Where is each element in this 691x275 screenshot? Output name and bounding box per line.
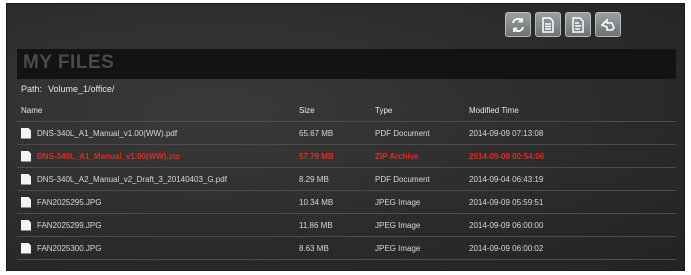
file-table: Name Size Type Modified Time DNS-340L_A1…	[17, 100, 676, 260]
refresh-button[interactable]	[505, 12, 531, 37]
file-name: FAN2025300.JPG	[37, 243, 102, 253]
file-size: 10.34 MB	[299, 197, 334, 207]
table-row[interactable]: FAN2025300.JPG 8.63 MB JPEG Image 2014-0…	[17, 237, 676, 260]
header-bar: MY FILES	[17, 49, 676, 79]
file-size: 65.67 MB	[299, 128, 334, 138]
document-icon	[572, 16, 584, 33]
file-icon	[21, 150, 31, 162]
file-name: FAN2025299.JPG	[37, 220, 102, 230]
file-size: 8.63 MB	[299, 243, 329, 253]
column-header-size[interactable]: Size	[299, 100, 315, 121]
file-modified: 2014-09-04 06:43:19	[469, 174, 544, 184]
file-modified: 2014-09-09 07:13:08	[469, 128, 544, 138]
file-type: ZIP Archive	[375, 151, 419, 161]
path-label: Path:	[21, 84, 43, 94]
file-list-button[interactable]	[535, 12, 561, 37]
file-icon	[21, 173, 31, 185]
file-size: 57.79 MB	[299, 151, 334, 161]
file-icon	[21, 127, 31, 139]
back-button[interactable]	[595, 12, 621, 37]
table-row[interactable]: DNS-340L_A1_Manual_v1.00(WW).pdf 65.67 M…	[17, 122, 676, 145]
file-modified: 2014-09-09 06:00:02	[469, 243, 544, 253]
file-properties-button[interactable]	[565, 12, 591, 37]
column-header-modified[interactable]: Modified Time	[469, 100, 519, 121]
arrow-back-icon	[600, 17, 615, 31]
file-type: JPEG Image	[375, 197, 421, 207]
file-name: FAN2025295.JPG	[37, 197, 102, 207]
file-type: JPEG Image	[375, 243, 421, 253]
path-value: Volume_1/office/	[48, 84, 115, 94]
file-size: 11.86 MB	[299, 220, 333, 230]
file-type: PDF Document	[375, 174, 430, 184]
file-name: DNS-340L_A1_Manual_v1.00(WW).zip	[37, 151, 180, 161]
table-row[interactable]: FAN2025299.JPG 11.86 MB JPEG Image 2014-…	[17, 214, 676, 237]
file-browser-panel: MY FILES Path: Volume_1/office/ Name Size…	[6, 3, 685, 271]
table-row[interactable]: FAN2025295.JPG 10.34 MB JPEG Image 2014-…	[17, 191, 676, 214]
document-list-icon	[542, 16, 554, 33]
file-type: PDF Document	[375, 128, 430, 138]
refresh-icon	[512, 17, 524, 32]
toolbar	[505, 12, 621, 38]
file-modified: 2014-09-09 05:59:51	[469, 197, 544, 207]
file-icon	[21, 219, 31, 231]
file-icon	[21, 242, 31, 254]
file-type: JPEG Image	[375, 220, 421, 230]
column-header-name[interactable]: Name	[21, 100, 42, 121]
column-header-type[interactable]: Type	[375, 100, 392, 121]
file-size: 8.29 MB	[299, 174, 329, 184]
page-title: MY FILES	[23, 52, 115, 73]
file-modified: 2014-09-09 00:54:06	[469, 151, 545, 161]
file-modified: 2014-09-09 06:00:00	[469, 220, 544, 230]
file-name: DNS-340L_A1_Manual_v1.00(WW).pdf	[37, 128, 178, 138]
file-icon	[21, 196, 31, 208]
table-row-selected[interactable]: DNS-340L_A1_Manual_v1.00(WW).zip 57.79 M…	[17, 145, 676, 168]
table-header: Name Size Type Modified Time	[17, 100, 676, 122]
table-row[interactable]: DNS-340L_A2_Manual_v2_Draft_3_20140403_G…	[17, 168, 676, 191]
breadcrumb: Path: Volume_1/office/	[21, 84, 114, 94]
file-name: DNS-340L_A2_Manual_v2_Draft_3_20140403_G…	[37, 174, 227, 184]
